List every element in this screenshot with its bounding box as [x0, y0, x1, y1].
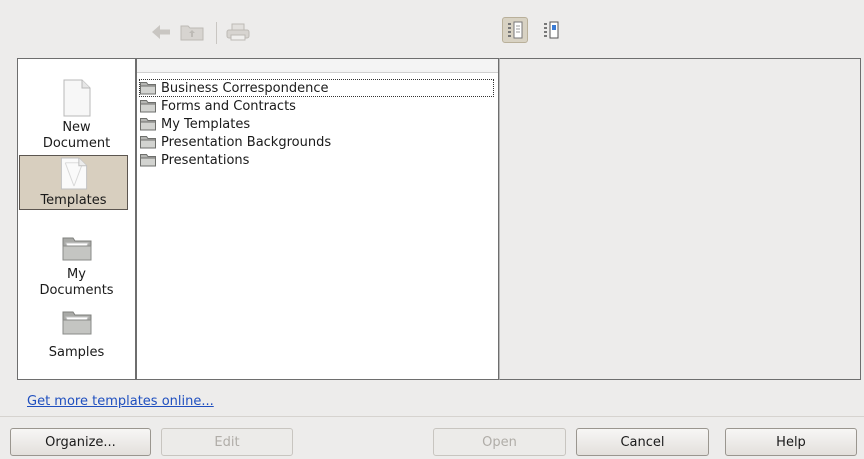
list-item[interactable]: Forms and Contracts: [137, 97, 498, 115]
sidebar-item-my-documents[interactable]: My Documents: [18, 235, 135, 303]
toolbar-separator: [216, 22, 217, 44]
sidebar-item-new-document[interactable]: New Document: [18, 79, 135, 155]
folder-up-icon[interactable]: [179, 22, 205, 42]
file-list: Business Correspondence Forms and Contra…: [137, 79, 498, 169]
sidebar-item-templates[interactable]: Templates: [19, 155, 128, 210]
folder-icon: [140, 100, 156, 113]
print-icon[interactable]: [225, 22, 251, 42]
list-item-label: Forms and Contracts: [161, 98, 296, 114]
template-folder-list: Business Correspondence Forms and Contra…: [136, 58, 499, 380]
list-item-label: Business Correspondence: [161, 80, 329, 96]
new-document-icon: [63, 79, 90, 117]
organize-button[interactable]: Organize...: [10, 428, 151, 456]
large-icons-view-button[interactable]: [502, 17, 528, 43]
sidebar-item-label: My Documents: [39, 267, 114, 298]
sidebar-item-label: Samples: [48, 345, 105, 360]
toolbar: [0, 0, 864, 58]
sidebar: New Document Templates My Documents Samp…: [17, 58, 136, 380]
folder-icon: [62, 237, 91, 261]
folder-icon: [62, 311, 91, 335]
folder-icon: [140, 82, 156, 95]
detail-list-view-button[interactable]: [538, 17, 564, 43]
list-item[interactable]: Presentation Backgrounds: [137, 133, 498, 151]
sidebar-item-samples[interactable]: Samples: [18, 309, 135, 365]
sidebar-item-label: New Document: [42, 120, 111, 151]
large-icons-view-icon: [508, 21, 523, 39]
list-item[interactable]: Presentations: [137, 151, 498, 169]
folder-icon: [140, 136, 156, 149]
folder-icon: [140, 118, 156, 131]
cancel-button[interactable]: Cancel: [576, 428, 709, 456]
list-item[interactable]: Business Correspondence: [139, 79, 494, 97]
list-item[interactable]: My Templates: [137, 115, 498, 133]
back-arrow-icon[interactable]: [150, 22, 172, 42]
get-more-templates-link[interactable]: Get more templates online...: [27, 394, 214, 409]
edit-button[interactable]: Edit: [161, 428, 293, 456]
preview-pane: [499, 58, 861, 380]
templates-icon: [60, 157, 87, 190]
detail-list-view-icon: [544, 21, 559, 39]
sidebar-item-label: Templates: [40, 193, 107, 208]
list-item-label: My Templates: [161, 116, 251, 132]
help-button[interactable]: Help: [725, 428, 857, 456]
list-item-label: Presentation Backgrounds: [161, 134, 332, 150]
divider: [0, 416, 864, 417]
list-header: [137, 59, 498, 73]
folder-icon: [140, 154, 156, 167]
open-button[interactable]: Open: [433, 428, 566, 456]
list-item-label: Presentations: [161, 152, 250, 168]
